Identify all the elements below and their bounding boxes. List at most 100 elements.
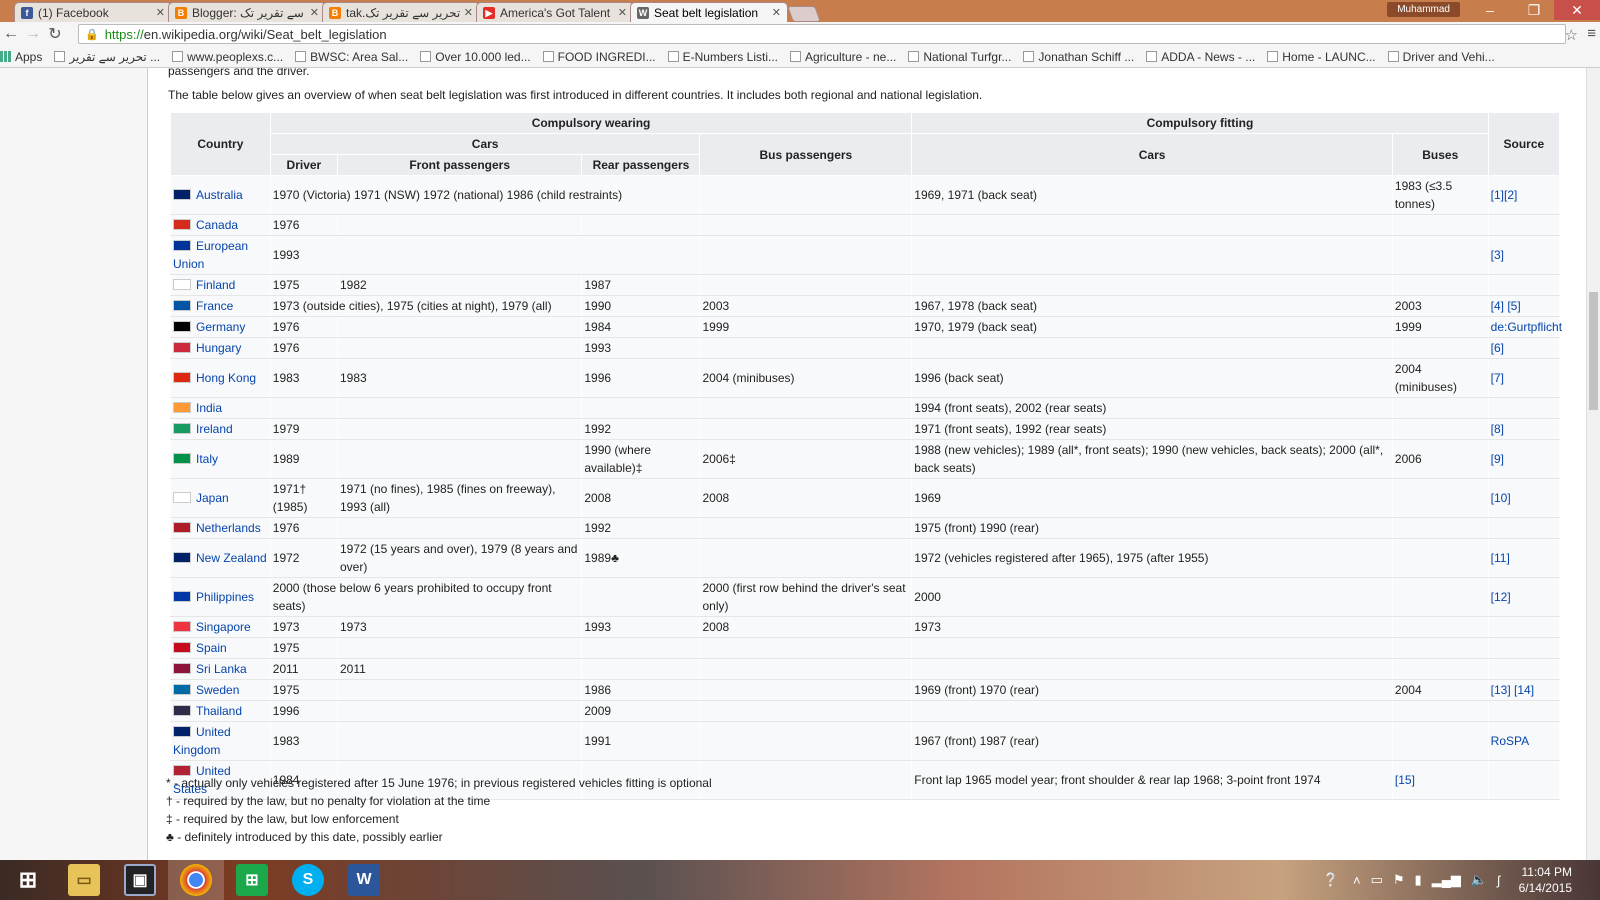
source-cell-text[interactable]: [6]: [1491, 341, 1504, 355]
country-cell[interactable]: Hungary: [170, 337, 271, 359]
source-cell-text[interactable]: [4] [5]: [1491, 299, 1521, 313]
taskbar-store[interactable]: ⊞: [224, 860, 280, 900]
taskbar-skype[interactable]: S: [280, 860, 336, 900]
source-cell[interactable]: [10]: [1487, 478, 1561, 518]
header-front-passengers[interactable]: Front passengers: [336, 154, 583, 176]
source-cell[interactable]: [1487, 637, 1561, 659]
source-cell-text[interactable]: [12]: [1491, 590, 1511, 604]
source-cell-text[interactable]: RoSPA: [1491, 734, 1529, 748]
header-fitting-cars[interactable]: Cars: [911, 133, 1393, 176]
source-cell[interactable]: RoSPA: [1487, 721, 1561, 761]
browser-tab[interactable]: B Blogger: تحریر سے تقریر تک ✕: [168, 2, 326, 22]
browser-tab[interactable]: W Seat belt legislation ✕: [630, 2, 788, 22]
source-cell[interactable]: [1487, 517, 1561, 539]
start-button[interactable]: ⊞: [0, 860, 56, 900]
source-cell-text[interactable]: [3]: [1491, 248, 1504, 262]
country-cell[interactable]: Germany: [170, 316, 271, 338]
country-link[interactable]: Sweden: [196, 683, 239, 697]
country-link[interactable]: Germany: [196, 320, 245, 334]
source-cell[interactable]: [1487, 397, 1561, 419]
taskbar-chrome[interactable]: [168, 860, 224, 900]
source-cell[interactable]: [1][2]: [1487, 175, 1561, 215]
clock[interactable]: 11:04 PM 6/14/2015: [1519, 864, 1572, 896]
source-cell[interactable]: [4] [5]: [1487, 295, 1561, 317]
bookmark-item[interactable]: Over 10.000 led...: [420, 50, 531, 64]
country-cell[interactable]: Japan: [170, 478, 271, 518]
bookmark-item[interactable]: Jonathan Schiff ...: [1023, 50, 1134, 64]
menu-icon[interactable]: ≡: [1587, 25, 1596, 42]
country-link[interactable]: Sri Lanka: [196, 662, 247, 676]
source-cell-text[interactable]: [7]: [1491, 371, 1504, 385]
country-link[interactable]: Spain: [196, 641, 227, 655]
country-link[interactable]: Philippines: [196, 590, 254, 604]
buses-cell-text[interactable]: [15]: [1395, 773, 1415, 787]
reload-icon[interactable]: ↻: [44, 24, 66, 44]
bookmark-item[interactable]: FOOD INGREDI...: [542, 50, 656, 64]
source-cell-text[interactable]: [11]: [1491, 551, 1510, 565]
bookmark-item[interactable]: Agriculture - ne...: [789, 50, 896, 64]
header-rear-passengers[interactable]: Rear passengers: [581, 154, 701, 176]
show-hidden-icons-icon[interactable]: ˄: [1353, 873, 1361, 888]
browser-tab[interactable]: f (1) Facebook ✕: [14, 2, 172, 22]
source-cell[interactable]: [12]: [1487, 577, 1561, 617]
source-cell[interactable]: [7]: [1487, 358, 1561, 398]
bookmark-star-icon[interactable]: ☆: [1565, 26, 1578, 44]
source-cell[interactable]: de:Gurtpflicht: [1487, 316, 1562, 338]
taskbar-explorer[interactable]: ▭: [56, 860, 112, 900]
country-link[interactable]: Hungary: [196, 341, 241, 355]
country-link[interactable]: Japan: [196, 491, 229, 505]
bookmark-item[interactable]: Driver and Vehi...: [1387, 50, 1495, 64]
network-icon[interactable]: ▂▄▆: [1432, 872, 1461, 888]
country-cell[interactable]: Australia: [170, 175, 271, 215]
close-tab-icon[interactable]: ✕: [464, 6, 473, 19]
source-cell[interactable]: [11]: [1487, 538, 1561, 578]
source-cell[interactable]: [1487, 214, 1561, 236]
country-cell[interactable]: European Union: [170, 235, 271, 275]
source-cell-text[interactable]: [1][2]: [1491, 188, 1518, 202]
source-cell[interactable]: [1487, 700, 1561, 722]
battery-icon[interactable]: ▮: [1415, 872, 1422, 888]
bookmark-item[interactable]: BWSC: Area Sal...: [295, 50, 408, 64]
country-link[interactable]: Italy: [196, 452, 218, 466]
country-cell[interactable]: United Kingdom: [170, 721, 271, 761]
header-driver[interactable]: Driver: [269, 154, 338, 176]
country-cell[interactable]: Hong Kong: [170, 358, 271, 398]
source-cell[interactable]: [3]: [1487, 235, 1561, 275]
bookmark-item[interactable]: ADDA - News - ...: [1146, 50, 1255, 64]
country-link[interactable]: Australia: [196, 188, 243, 202]
forward-arrow-icon[interactable]: →: [22, 25, 44, 43]
minimize-icon[interactable]: –: [1476, 0, 1504, 20]
country-cell[interactable]: Sweden: [170, 679, 271, 701]
source-cell[interactable]: [1487, 760, 1561, 800]
bookmark-item[interactable]: Home - LAUNC...: [1267, 50, 1376, 64]
source-cell-text[interactable]: [8]: [1491, 422, 1504, 436]
volume-icon[interactable]: 🔈: [1471, 872, 1487, 888]
country-link[interactable]: Netherlands: [196, 521, 261, 535]
keyboard-icon[interactable]: ʃ: [1497, 873, 1500, 888]
back-arrow-icon[interactable]: ←: [0, 25, 22, 43]
profile-button[interactable]: Muhammad: [1387, 2, 1460, 17]
source-cell[interactable]: [1487, 274, 1561, 296]
vertical-scrollbar[interactable]: [1586, 68, 1600, 860]
address-bar[interactable]: 🔒 https:// en.wikipedia.org/wiki/Seat_be…: [78, 24, 1566, 44]
bookmark-item[interactable]: تحریر سے تقریر ...: [54, 50, 160, 64]
bookmark-item[interactable]: www.peoplexs.c...: [172, 50, 283, 64]
source-cell[interactable]: [8]: [1487, 418, 1561, 440]
country-cell[interactable]: Ireland: [170, 418, 271, 440]
source-cell-text[interactable]: [9]: [1491, 452, 1504, 466]
header-country[interactable]: Country: [170, 112, 271, 176]
taskbar-word[interactable]: W: [336, 860, 392, 900]
buses-cell[interactable]: [15]: [1391, 760, 1489, 800]
country-cell[interactable]: France: [170, 295, 271, 317]
source-cell[interactable]: [1487, 658, 1561, 680]
country-link[interactable]: Singapore: [196, 620, 251, 634]
country-cell[interactable]: Spain: [170, 637, 271, 659]
header-buses[interactable]: Buses: [1391, 133, 1489, 176]
close-tab-icon[interactable]: ✕: [156, 6, 165, 19]
country-link[interactable]: India: [196, 401, 222, 415]
bookmark-item[interactable]: National Turfgr...: [908, 50, 1011, 64]
header-source[interactable]: Source: [1487, 112, 1561, 176]
close-window-icon[interactable]: ✕: [1554, 0, 1600, 20]
country-link[interactable]: Ireland: [196, 422, 233, 436]
source-cell[interactable]: [6]: [1487, 337, 1561, 359]
